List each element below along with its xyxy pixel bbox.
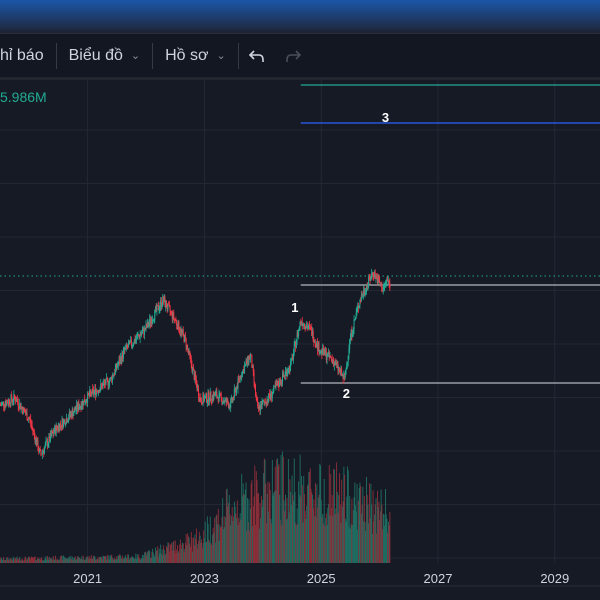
candle-body (203, 397, 205, 402)
candle-body (309, 325, 311, 327)
undo-icon (248, 49, 264, 62)
candle-body (73, 412, 75, 417)
candle-body (326, 356, 328, 361)
indicators-label: hỉ báo (0, 46, 44, 64)
profile-menu-label: Hồ sơ (165, 46, 209, 64)
redo-button[interactable] (275, 48, 311, 64)
chevron-down-icon: ⌄ (130, 50, 141, 62)
wave-label: 2 (343, 386, 350, 401)
horizontal-lines[interactable] (0, 79, 600, 384)
candle-body (253, 372, 255, 383)
candle-body (220, 393, 222, 398)
candle-body (209, 401, 211, 403)
candle-body (293, 345, 295, 354)
candle-body (60, 423, 62, 426)
candle-body (133, 343, 135, 345)
wave-label: 3 (382, 110, 389, 125)
wave-label: 1 (291, 300, 298, 315)
annotations: 1 2 3 (291, 110, 389, 401)
redo-icon (285, 49, 301, 62)
candles (0, 268, 391, 459)
candle-body (40, 450, 42, 455)
candle-body (244, 365, 246, 373)
chart-menu-button[interactable]: Biểu đồ ⌄ (57, 34, 152, 77)
candle-body (344, 374, 346, 377)
candle-body (389, 282, 391, 289)
price-chart[interactable]: 1 2 3 2021 2023 2025 2027 2029 (0, 79, 600, 600)
indicators-button[interactable]: hỉ báo (0, 34, 56, 77)
candle-body (182, 330, 184, 335)
x-tick-label: 2023 (190, 571, 219, 586)
x-tick-label: 2029 (540, 571, 569, 586)
chart-menu-label: Biểu đồ (68, 46, 123, 64)
volume-bars (0, 451, 391, 563)
candle-body (353, 319, 355, 330)
candle-body (314, 341, 316, 344)
candle-body (210, 392, 212, 400)
candle-body (173, 312, 175, 319)
chevron-down-icon: ⌄ (216, 50, 226, 62)
candle-body (141, 331, 143, 334)
candle-body (130, 339, 132, 346)
undo-button[interactable] (239, 48, 275, 64)
profile-menu-button[interactable]: Hồ sơ ⌄ (153, 34, 238, 77)
x-tick-label: 2021 (73, 571, 102, 586)
candle-body (271, 394, 273, 399)
volume-bar (389, 512, 391, 563)
candle-body (187, 345, 189, 350)
chart-toolbar: hỉ báo Biểu đồ ⌄ Hồ sơ ⌄ (0, 33, 600, 80)
x-axis: 2021 2023 2025 2027 2029 (73, 571, 569, 586)
x-tick-label: 2027 (424, 571, 453, 586)
window-title-bar (0, 0, 600, 33)
x-tick-label: 2025 (307, 571, 336, 586)
